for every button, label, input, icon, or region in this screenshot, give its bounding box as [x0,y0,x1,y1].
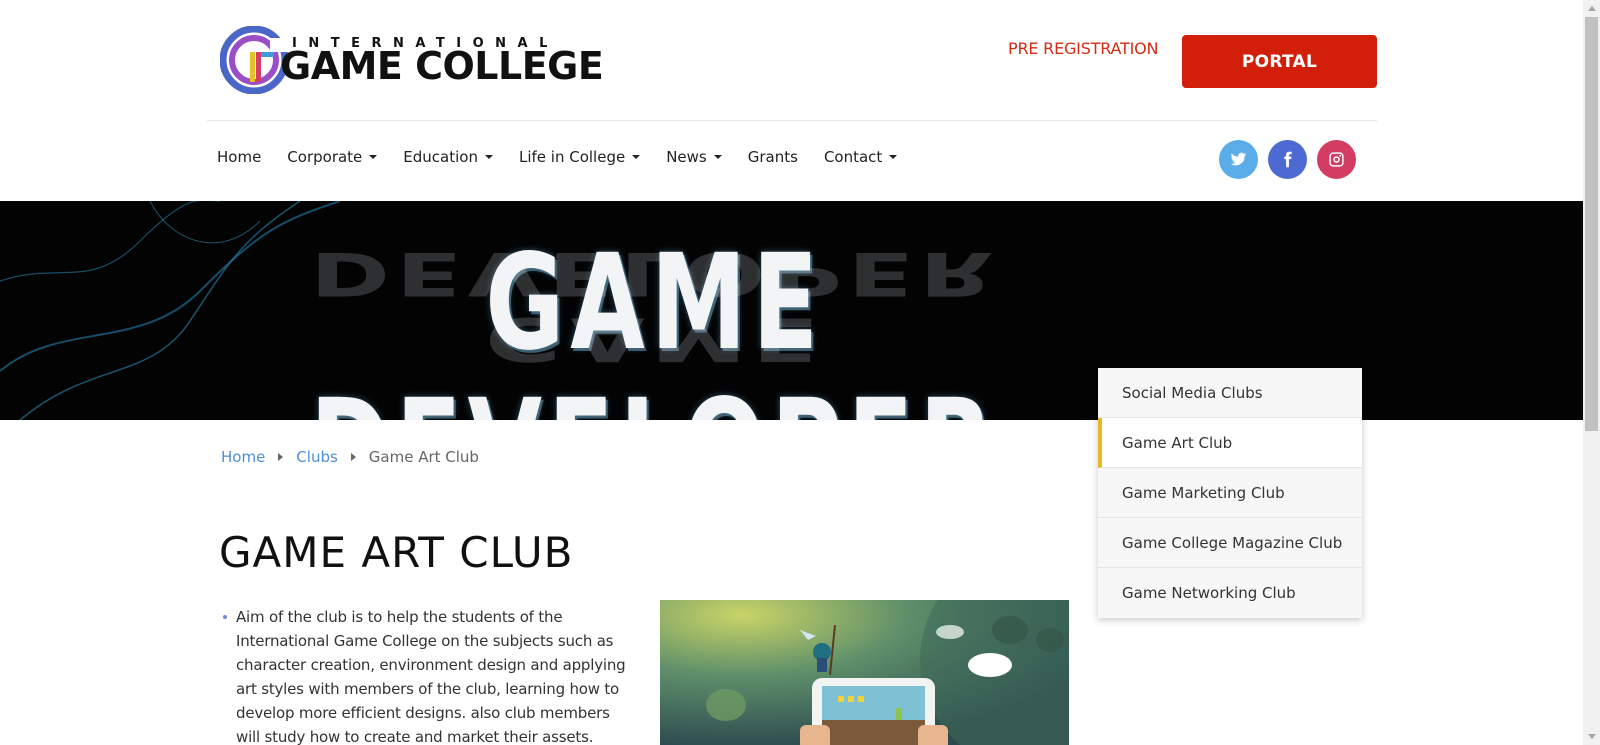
nav-item-contact[interactable]: Contact [824,148,898,166]
vertical-scrollbar[interactable] [1583,0,1600,745]
caret-down-icon [484,155,493,159]
dropdown-item-game-college-magazine-club[interactable]: Game College Magazine Club [1098,518,1362,568]
portal-button[interactable]: PORTAL [1182,35,1377,88]
dropdown-item-game-art-club[interactable]: Game Art Club [1098,418,1362,468]
clubs-dropdown-menu: Social Media Clubs Game Art Club Game Ma… [1098,368,1362,618]
scroll-down-arrow-icon[interactable] [1588,734,1596,739]
club-illustration [660,600,1069,745]
nav-item-grants[interactable]: Grants [748,148,798,166]
caret-right-icon [350,453,356,461]
facebook-button[interactable] [1268,140,1307,179]
logo-emblem-icon [220,26,288,94]
caret-down-icon [369,155,378,159]
banner-title-reflection: GAME DEVELOPER [309,238,1000,374]
caret-down-icon [889,155,898,159]
nav-item-life-in-college[interactable]: Life in College [519,148,641,166]
list-item: Aim of the club is to help the students … [223,605,628,745]
club-description-list: Aim of the club is to help the students … [223,605,628,745]
breadcrumb-current: Game Art Club [368,448,479,466]
breadcrumb-home[interactable]: Home [221,448,265,466]
logo-name: GAME COLLEGE [280,44,604,88]
caret-down-icon [632,155,641,159]
site-logo[interactable]: INTERNATIONAL GAME COLLEGE [220,26,604,94]
dropdown-item-social-media-clubs[interactable]: Social Media Clubs [1098,368,1362,418]
instagram-button[interactable] [1317,140,1356,179]
page-title: GAME ART CLUB [219,528,574,577]
main-nav: Home Corporate Education Life in College… [217,148,923,166]
instagram-icon [1329,152,1344,167]
dropdown-item-game-marketing-club[interactable]: Game Marketing Club [1098,468,1362,518]
scrollbar-thumb[interactable] [1585,17,1598,431]
header-divider [207,120,1377,121]
nav-item-home[interactable]: Home [217,148,261,166]
facebook-icon [1284,151,1292,168]
nav-item-news[interactable]: News [666,148,722,166]
pre-registration-link[interactable]: PRE REGISTRATION [1008,39,1158,58]
scroll-up-arrow-icon[interactable] [1588,6,1596,11]
twitter-button[interactable] [1219,140,1258,179]
caret-right-icon [278,453,284,461]
twitter-icon [1230,152,1247,166]
nav-item-education[interactable]: Education [403,148,493,166]
page: INTERNATIONAL GAME COLLEGE PRE REGISTRAT… [0,0,1583,745]
caret-down-icon [713,155,722,159]
nav-item-corporate[interactable]: Corporate [287,148,378,166]
breadcrumb-clubs[interactable]: Clubs [296,448,337,466]
breadcrumb: Home Clubs Game Art Club [221,448,479,466]
dropdown-item-game-networking-club[interactable]: Game Networking Club [1098,568,1362,618]
